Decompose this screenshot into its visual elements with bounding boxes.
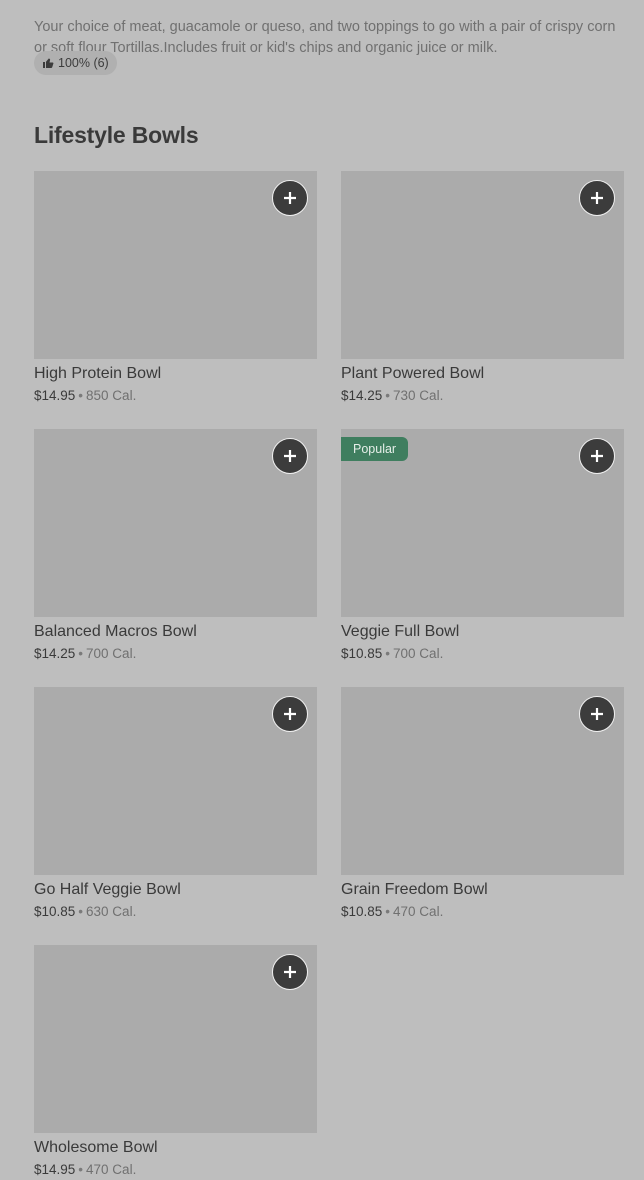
item-meta: $14.25 • 730 Cal. (341, 387, 624, 405)
section-title: Lifestyle Bowls (34, 122, 199, 148)
item-price: $10.85 (34, 904, 76, 919)
menu-item-card[interactable]: Wholesome Bowl $14.95 • 470 Cal. (34, 945, 317, 1180)
item-calories: 700 Cal. (86, 646, 137, 661)
item-price: $14.25 (341, 388, 383, 403)
item-meta: $10.85 • 470 Cal. (341, 903, 624, 921)
menu-item-card[interactable]: High Protein Bowl $14.95 • 850 Cal. (34, 171, 317, 406)
item-name: Go Half Veggie Bowl (34, 881, 181, 898)
item-image (34, 429, 317, 617)
item-calories: 470 Cal. (393, 904, 444, 919)
popular-badge: Popular (341, 437, 409, 461)
item-price: $10.85 (341, 904, 383, 919)
item-name: Plant Powered Bowl (341, 365, 485, 382)
item-image (34, 945, 317, 1133)
menu-item-card[interactable]: Plant Powered Bowl $14.25 • 730 Cal. (341, 171, 624, 406)
plus-icon (284, 966, 296, 978)
item-meta: $14.95 • 470 Cal. (34, 1161, 317, 1179)
item-price: $14.25 (34, 646, 76, 661)
separator: • (385, 904, 391, 919)
plus-icon (591, 450, 603, 462)
add-to-cart-button[interactable] (272, 954, 308, 990)
separator: • (385, 646, 391, 661)
item-name: Veggie Full Bowl (341, 623, 460, 640)
item-image (341, 171, 624, 359)
item-image (34, 687, 317, 875)
rating-badge: 100% (6) (34, 51, 117, 75)
item-calories: 850 Cal. (86, 388, 137, 403)
separator: • (78, 904, 84, 919)
item-calories: 700 Cal. (393, 646, 444, 661)
item-price: $14.95 (34, 1162, 76, 1177)
plus-icon (284, 450, 296, 462)
add-to-cart-button[interactable] (272, 180, 308, 216)
thumbs-up-icon (42, 57, 54, 69)
item-price: $10.85 (341, 646, 383, 661)
menu-item-card[interactable]: Go Half Veggie Bowl $10.85 • 630 Cal. (34, 687, 317, 922)
add-to-cart-button[interactable] (579, 438, 615, 474)
item-name: Grain Freedom Bowl (341, 881, 488, 898)
plus-icon (284, 708, 296, 720)
item-name: High Protein Bowl (34, 365, 162, 382)
item-meta: $14.25 • 700 Cal. (34, 645, 317, 663)
item-image (34, 171, 317, 359)
item-description: Your choice of meat, guacamole or queso,… (34, 18, 616, 56)
menu-item-card[interactable]: Grain Freedom Bowl $10.85 • 470 Cal. (341, 687, 624, 922)
plus-icon (591, 708, 603, 720)
menu-item-grid: High Protein Bowl $14.95 • 850 Cal. Plant … (34, 171, 624, 1180)
separator: • (78, 388, 84, 403)
item-price: $14.95 (34, 388, 76, 403)
menu-item-card[interactable]: Balanced Macros Bowl $14.25 • 700 Cal. (34, 429, 317, 664)
separator: • (78, 646, 84, 661)
add-to-cart-button[interactable] (272, 696, 308, 732)
item-image (341, 687, 624, 875)
rating-text: 100% (6) (58, 56, 109, 70)
item-calories: 630 Cal. (86, 904, 137, 919)
item-calories: 730 Cal. (393, 388, 444, 403)
plus-icon (284, 192, 296, 204)
plus-icon (591, 192, 603, 204)
item-calories: 470 Cal. (86, 1162, 137, 1177)
item-meta: $10.85 • 700 Cal. (341, 645, 624, 663)
item-image: Popular (341, 429, 624, 617)
item-meta: $10.85 • 630 Cal. (34, 903, 317, 921)
item-meta: $14.95 • 850 Cal. (34, 387, 317, 405)
item-name: Balanced Macros Bowl (34, 623, 197, 640)
item-name: Wholesome Bowl (34, 1139, 158, 1156)
menu-item-card[interactable]: Popular Veggie Full Bowl $10.85 • 700 Cal. (341, 429, 624, 664)
separator: • (78, 1162, 84, 1177)
add-to-cart-button[interactable] (579, 180, 615, 216)
separator: • (385, 388, 391, 403)
add-to-cart-button[interactable] (579, 696, 615, 732)
add-to-cart-button[interactable] (272, 438, 308, 474)
